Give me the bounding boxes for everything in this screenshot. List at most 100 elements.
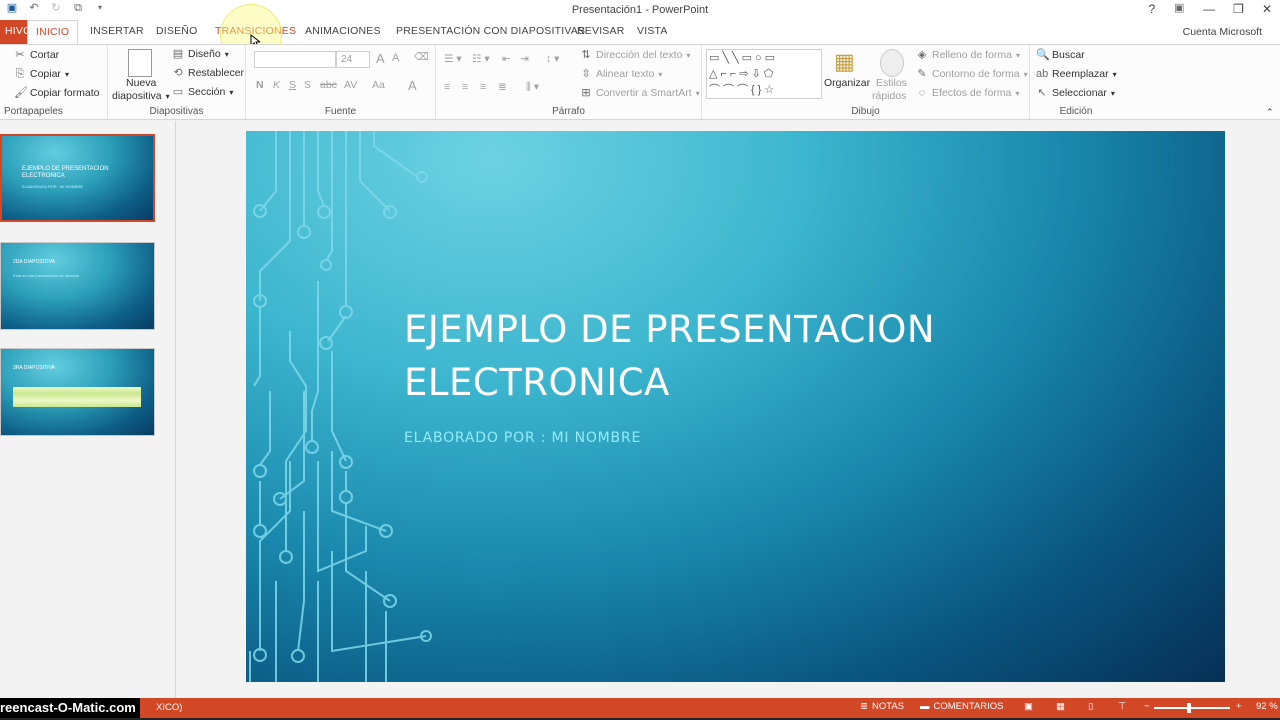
- notes-button[interactable]: ≣ NOTAS: [860, 701, 904, 712]
- slide-canvas[interactable]: EJEMPLO DE PRESENTACION ELECTRONICA ELAB…: [246, 131, 1225, 682]
- comments-button[interactable]: ▬ COMENTARIOS: [920, 701, 1004, 712]
- tab-slideshow[interactable]: PRESENTACIÓN CON DIAPOSITIVAS: [396, 20, 585, 44]
- quick-styles-label-2[interactable]: rápidos: [872, 90, 906, 102]
- slide-subtitle[interactable]: ELABORADO POR : MI NOMBRE: [404, 430, 641, 446]
- align-text-icon: ⇳: [581, 68, 591, 80]
- sorter-view-icon[interactable]: ▦: [1056, 701, 1065, 712]
- align-text-button[interactable]: ⇳ Alinear texto ▾: [580, 68, 662, 80]
- tab-animations[interactable]: ANIMACIONES: [305, 20, 381, 44]
- smartart-icon: ⊞: [581, 87, 591, 99]
- close-button[interactable]: ✕: [1262, 2, 1272, 16]
- thumbnail-subtitle: Esta es una presentación de ejemplo: [13, 273, 79, 278]
- group-label-paragraph: Párrafo: [552, 106, 585, 117]
- arrange-icon[interactable]: ▦: [834, 49, 858, 77]
- scissors-icon: ✂: [15, 49, 25, 61]
- font-size-field[interactable]: 24: [336, 51, 370, 68]
- new-slide-label-1[interactable]: Nueva: [126, 77, 156, 89]
- shape-effects-button[interactable]: ◌ Efectos de forma ▾: [916, 87, 1020, 99]
- reading-view-icon[interactable]: ▯: [1088, 701, 1093, 712]
- zoom-out-button[interactable]: −: [1144, 701, 1150, 712]
- decrease-indent-icon[interactable]: ⇤: [502, 53, 511, 65]
- restore-button[interactable]: ❐: [1233, 2, 1244, 16]
- layout-button[interactable]: ▤ Diseño ▾: [172, 48, 229, 60]
- powerpoint-window: ▣ ↶ ↻ ⧉ ▾ Presentación1 - PowerPoint ? ▣…: [0, 0, 1280, 720]
- shadow-button[interactable]: S: [304, 79, 311, 91]
- account-name[interactable]: Cuenta Microsoft: [1183, 26, 1262, 38]
- cursor-arrow-icon: ↖: [1037, 87, 1047, 99]
- shape-outline-button[interactable]: ✎ Contorno de forma ▾: [916, 68, 1027, 80]
- underline-button[interactable]: S: [289, 79, 296, 91]
- shapes-gallery[interactable]: ▭╲╲▭○▭ △⌐⌐⇨⇩⬠ ⌒⌒⌒{}☆: [706, 49, 822, 99]
- window-title: Presentación1 - PowerPoint: [571, 4, 709, 16]
- font-name-field[interactable]: [254, 51, 336, 68]
- effects-icon: ◌: [918, 87, 926, 99]
- tab-view[interactable]: VISTA: [637, 20, 668, 44]
- tab-home[interactable]: INICIO: [27, 20, 79, 44]
- shape-fill-button[interactable]: ◈ Relleno de forma ▾: [916, 49, 1020, 61]
- bullets-icon[interactable]: ☰ ▾: [444, 53, 462, 65]
- numbering-icon[interactable]: ☷ ▾: [472, 53, 490, 65]
- quick-styles-icon[interactable]: [880, 49, 904, 77]
- italic-button[interactable]: K: [273, 79, 280, 91]
- format-painter-button[interactable]: 🖌 Copiar formato: [14, 87, 99, 99]
- columns-icon[interactable]: ⫼ ▾: [526, 81, 539, 94]
- zoom-slider-thumb[interactable]: [1187, 703, 1191, 713]
- slideshow-view-icon[interactable]: ⊤: [1118, 701, 1126, 712]
- group-paragraph: ☰ ▾ ☷ ▾ ⇤ ⇥ ↕ ▾ ⇅ Dirección del texto ▾ ⇳ A…: [436, 45, 702, 119]
- align-center-icon[interactable]: ≡: [462, 81, 468, 93]
- tab-design[interactable]: DISEÑO: [156, 20, 197, 44]
- font-color-button[interactable]: A: [408, 78, 417, 93]
- new-slide-icon[interactable]: [128, 49, 152, 77]
- section-button[interactable]: ▭ Sección ▾: [172, 86, 234, 98]
- find-button[interactable]: 🔍 Buscar: [1036, 49, 1085, 61]
- clear-format-icon[interactable]: ⌫: [414, 51, 429, 63]
- smartart-button[interactable]: ⊞ Convertir a SmartArt ▾: [580, 87, 699, 99]
- increase-indent-icon[interactable]: ⇥: [520, 53, 529, 65]
- thumbnail-table: [13, 387, 141, 407]
- justify-icon[interactable]: ≣: [498, 81, 507, 93]
- collapse-ribbon-icon[interactable]: ⌃: [1266, 107, 1274, 118]
- slide-thumbnail-1[interactable]: EJEMPLO DE PRESENTACION ELECTRONICA ELAB…: [0, 134, 155, 222]
- zoom-level[interactable]: 92 %: [1256, 701, 1278, 712]
- align-left-icon[interactable]: ≡: [444, 81, 450, 93]
- group-editing: 🔍 Buscar ab Reemplazar ▾ ↖ Seleccionar ▾ Edic…: [1030, 45, 1122, 119]
- ribbon: ✂ Cortar ⎘ Copiar ▾ 🖌 Copiar formato Portapa…: [0, 44, 1280, 120]
- slide-thumbnails-panel: EJEMPLO DE PRESENTACION ELECTRONICA ELAB…: [0, 121, 176, 698]
- char-spacing-button[interactable]: AV: [344, 79, 357, 91]
- shrink-font-button[interactable]: A: [392, 52, 399, 64]
- slide-thumbnail-2[interactable]: 2DA DIAPOSITIVA Esta es una presentación…: [0, 242, 155, 330]
- tab-review[interactable]: REVISAR: [577, 20, 625, 44]
- tab-insert[interactable]: INSERTAR: [90, 20, 144, 44]
- align-right-icon[interactable]: ≡: [480, 81, 486, 93]
- cut-button[interactable]: ✂ Cortar: [14, 49, 59, 61]
- title-bar: ▣ ↶ ↻ ⧉ ▾ Presentación1 - PowerPoint ? ▣…: [0, 0, 1280, 20]
- pencil-icon: ✎: [917, 68, 927, 80]
- slide-title[interactable]: EJEMPLO DE PRESENTACION ELECTRONICA: [404, 303, 1104, 409]
- line-spacing-icon[interactable]: ↕ ▾: [546, 53, 559, 65]
- zoom-in-button[interactable]: +: [1236, 701, 1242, 712]
- minimize-button[interactable]: —: [1203, 2, 1215, 16]
- group-label-slides: Diapositivas: [149, 106, 204, 117]
- quick-styles-label-1[interactable]: Estilos: [876, 77, 907, 89]
- select-button[interactable]: ↖ Seleccionar ▾: [1036, 87, 1115, 99]
- text-direction-button[interactable]: ⇅ Dirección del texto ▾: [580, 49, 690, 61]
- change-case-button[interactable]: Aa: [372, 79, 385, 91]
- slide-thumbnail-3[interactable]: 3RA DIAPOSITIVA: [0, 348, 155, 436]
- ribbon-display-icon[interactable]: ▣: [1173, 2, 1185, 14]
- group-font: 24 A A ⌫ N K S S abc AV Aa A Fuente: [246, 45, 436, 119]
- new-slide-label-2[interactable]: diapositiva ▾: [112, 90, 170, 102]
- thumbnail-title: 3RA DIAPOSITIVA: [13, 365, 55, 371]
- arrange-button[interactable]: Organizar: [824, 77, 870, 89]
- bold-button[interactable]: N: [256, 79, 264, 91]
- notes-icon: ≣: [860, 701, 868, 712]
- normal-view-icon[interactable]: ▣: [1024, 701, 1033, 712]
- zoom-slider[interactable]: [1154, 707, 1230, 709]
- ribbon-tabs: HIVO INICIO INSERTAR DISEÑO TRANSICIONES…: [0, 20, 1280, 44]
- copy-button[interactable]: ⎘ Copiar ▾: [14, 68, 69, 80]
- language-indicator[interactable]: XICO): [156, 698, 182, 718]
- grow-font-button[interactable]: A: [376, 51, 385, 66]
- help-button[interactable]: ?: [1148, 2, 1155, 16]
- reset-button[interactable]: ⟲ Restablecer: [172, 67, 244, 79]
- strikethrough-button[interactable]: abc: [320, 79, 337, 91]
- replace-button[interactable]: ab Reemplazar ▾: [1036, 68, 1117, 80]
